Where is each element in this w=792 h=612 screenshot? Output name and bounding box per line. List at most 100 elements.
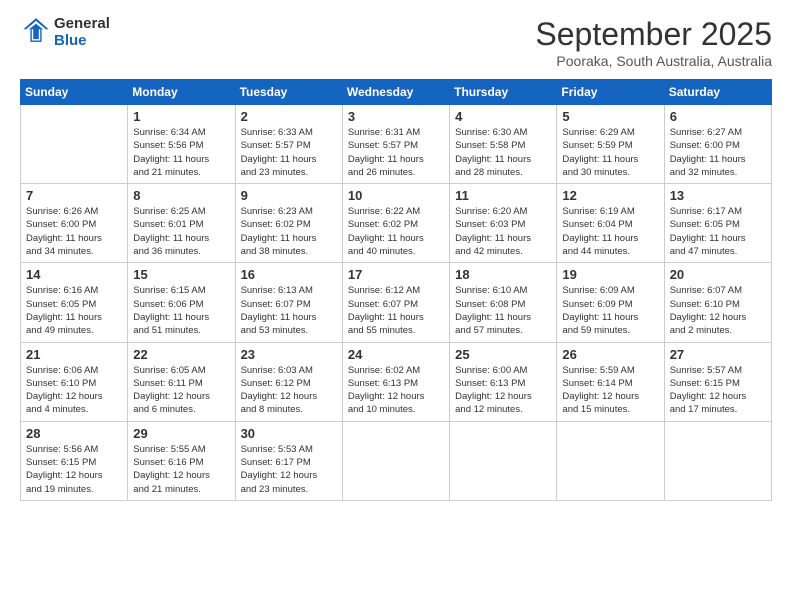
column-header-friday: Friday bbox=[557, 80, 664, 105]
cell-info: Sunrise: 6:17 AMSunset: 6:05 PMDaylight:… bbox=[670, 205, 766, 258]
calendar-cell bbox=[664, 421, 771, 500]
day-number: 7 bbox=[26, 188, 122, 203]
cell-info: Sunrise: 6:05 AMSunset: 6:11 PMDaylight:… bbox=[133, 364, 229, 417]
location: Pooraka, South Australia, Australia bbox=[535, 53, 772, 69]
calendar-table: SundayMondayTuesdayWednesdayThursdayFrid… bbox=[20, 79, 772, 501]
title-block: September 2025 Pooraka, South Australia,… bbox=[535, 16, 772, 69]
day-number: 14 bbox=[26, 267, 122, 282]
calendar-cell: 19Sunrise: 6:09 AMSunset: 6:09 PMDayligh… bbox=[557, 263, 664, 342]
cell-info: Sunrise: 6:31 AMSunset: 5:57 PMDaylight:… bbox=[348, 126, 444, 179]
calendar-cell: 7 Sunrise: 6:26 AMSunset: 6:00 PMDaylight… bbox=[21, 184, 128, 263]
day-number: 3 bbox=[348, 109, 444, 124]
cell-info: Sunrise: 6:13 AMSunset: 6:07 PMDaylight:… bbox=[241, 284, 337, 337]
calendar-cell: 6 Sunrise: 6:27 AMSunset: 6:00 PMDaylight… bbox=[664, 105, 771, 184]
cell-info: Sunrise: 5:59 AMSunset: 6:14 PMDaylight:… bbox=[562, 364, 658, 417]
calendar-cell: 16 Sunrise: 6:13 AMSunset: 6:07 PMDayligh… bbox=[235, 263, 342, 342]
calendar-cell: 4 Sunrise: 6:30 AMSunset: 5:58 PMDaylight… bbox=[450, 105, 557, 184]
calendar-week-2: 7 Sunrise: 6:26 AMSunset: 6:00 PMDaylight… bbox=[21, 184, 772, 263]
calendar-week-5: 28Sunrise: 5:56 AMSunset: 6:15 PMDayligh… bbox=[21, 421, 772, 500]
cell-info: Sunrise: 6:16 AMSunset: 6:05 PMDaylight:… bbox=[26, 284, 122, 337]
day-number: 13 bbox=[670, 188, 766, 203]
day-number: 19 bbox=[562, 267, 658, 282]
cell-info: Sunrise: 6:19 AMSunset: 6:04 PMDaylight:… bbox=[562, 205, 658, 258]
column-header-sunday: Sunday bbox=[21, 80, 128, 105]
calendar-cell: 20 Sunrise: 6:07 AMSunset: 6:10 PMDayligh… bbox=[664, 263, 771, 342]
logo: General Blue bbox=[20, 16, 110, 49]
calendar-cell bbox=[557, 421, 664, 500]
calendar-cell: 23Sunrise: 6:03 AMSunset: 6:12 PMDayligh… bbox=[235, 342, 342, 421]
cell-info: Sunrise: 6:29 AMSunset: 5:59 PMDaylight:… bbox=[562, 126, 658, 179]
logo-text-blue: Blue bbox=[54, 33, 110, 50]
column-header-monday: Monday bbox=[128, 80, 235, 105]
calendar-cell bbox=[342, 421, 449, 500]
cell-info: Sunrise: 6:30 AMSunset: 5:58 PMDaylight:… bbox=[455, 126, 551, 179]
column-header-tuesday: Tuesday bbox=[235, 80, 342, 105]
calendar-cell: 13 Sunrise: 6:17 AMSunset: 6:05 PMDayligh… bbox=[664, 184, 771, 263]
calendar-cell: 30Sunrise: 5:53 AMSunset: 6:17 PMDayligh… bbox=[235, 421, 342, 500]
cell-info: Sunrise: 6:12 AMSunset: 6:07 PMDaylight:… bbox=[348, 284, 444, 337]
month-title: September 2025 bbox=[535, 16, 772, 53]
day-number: 26 bbox=[562, 347, 658, 362]
calendar-week-1: 1 Sunrise: 6:34 AMSunset: 5:56 PMDaylight… bbox=[21, 105, 772, 184]
cell-info: Sunrise: 6:03 AMSunset: 6:12 PMDaylight:… bbox=[241, 364, 337, 417]
calendar-cell: 24Sunrise: 6:02 AMSunset: 6:13 PMDayligh… bbox=[342, 342, 449, 421]
calendar-cell: 15 Sunrise: 6:15 AMSunset: 6:06 PMDayligh… bbox=[128, 263, 235, 342]
calendar-cell: 12 Sunrise: 6:19 AMSunset: 6:04 PMDayligh… bbox=[557, 184, 664, 263]
day-number: 1 bbox=[133, 109, 229, 124]
calendar-cell: 9 Sunrise: 6:23 AMSunset: 6:02 PMDaylight… bbox=[235, 184, 342, 263]
cell-info: Sunrise: 6:34 AMSunset: 5:56 PMDaylight:… bbox=[133, 126, 229, 179]
calendar-cell: 8Sunrise: 6:25 AMSunset: 6:01 PMDaylight… bbox=[128, 184, 235, 263]
day-number: 17 bbox=[348, 267, 444, 282]
day-number: 21 bbox=[26, 347, 122, 362]
day-number: 5 bbox=[562, 109, 658, 124]
day-number: 28 bbox=[26, 426, 122, 441]
calendar-cell: 2 Sunrise: 6:33 AMSunset: 5:57 PMDaylight… bbox=[235, 105, 342, 184]
day-number: 18 bbox=[455, 267, 551, 282]
day-number: 11 bbox=[455, 188, 551, 203]
day-number: 2 bbox=[241, 109, 337, 124]
calendar-cell bbox=[21, 105, 128, 184]
day-number: 9 bbox=[241, 188, 337, 203]
day-number: 20 bbox=[670, 267, 766, 282]
calendar-cell: 11Sunrise: 6:20 AMSunset: 6:03 PMDayligh… bbox=[450, 184, 557, 263]
day-number: 25 bbox=[455, 347, 551, 362]
calendar-cell: 17 Sunrise: 6:12 AMSunset: 6:07 PMDayligh… bbox=[342, 263, 449, 342]
cell-info: Sunrise: 6:26 AMSunset: 6:00 PMDaylight:… bbox=[26, 205, 122, 258]
day-number: 15 bbox=[133, 267, 229, 282]
cell-info: Sunrise: 6:23 AMSunset: 6:02 PMDaylight:… bbox=[241, 205, 337, 258]
day-number: 6 bbox=[670, 109, 766, 124]
calendar-cell: 29Sunrise: 5:55 AMSunset: 6:16 PMDayligh… bbox=[128, 421, 235, 500]
cell-info: Sunrise: 6:07 AMSunset: 6:10 PMDaylight:… bbox=[670, 284, 766, 337]
cell-info: Sunrise: 6:15 AMSunset: 6:06 PMDaylight:… bbox=[133, 284, 229, 337]
cell-info: Sunrise: 6:27 AMSunset: 6:00 PMDaylight:… bbox=[670, 126, 766, 179]
logo-icon bbox=[22, 16, 50, 44]
column-header-thursday: Thursday bbox=[450, 80, 557, 105]
calendar-cell: 25 Sunrise: 6:00 AMSunset: 6:13 PMDayligh… bbox=[450, 342, 557, 421]
cell-info: Sunrise: 6:10 AMSunset: 6:08 PMDaylight:… bbox=[455, 284, 551, 337]
day-number: 16 bbox=[241, 267, 337, 282]
day-number: 12 bbox=[562, 188, 658, 203]
calendar-cell bbox=[450, 421, 557, 500]
calendar-week-3: 14 Sunrise: 6:16 AMSunset: 6:05 PMDayligh… bbox=[21, 263, 772, 342]
page-header: General Blue September 2025 Pooraka, Sou… bbox=[20, 16, 772, 69]
calendar-week-4: 21 Sunrise: 6:06 AMSunset: 6:10 PMDayligh… bbox=[21, 342, 772, 421]
cell-info: Sunrise: 5:53 AMSunset: 6:17 PMDaylight:… bbox=[241, 443, 337, 496]
calendar-cell: 26 Sunrise: 5:59 AMSunset: 6:14 PMDayligh… bbox=[557, 342, 664, 421]
day-number: 4 bbox=[455, 109, 551, 124]
column-header-wednesday: Wednesday bbox=[342, 80, 449, 105]
cell-info: Sunrise: 6:06 AMSunset: 6:10 PMDaylight:… bbox=[26, 364, 122, 417]
day-number: 8 bbox=[133, 188, 229, 203]
calendar-cell: 28Sunrise: 5:56 AMSunset: 6:15 PMDayligh… bbox=[21, 421, 128, 500]
calendar-cell: 5 Sunrise: 6:29 AMSunset: 5:59 PMDaylight… bbox=[557, 105, 664, 184]
calendar-cell: 18 Sunrise: 6:10 AMSunset: 6:08 PMDayligh… bbox=[450, 263, 557, 342]
calendar-cell: 1 Sunrise: 6:34 AMSunset: 5:56 PMDaylight… bbox=[128, 105, 235, 184]
cell-info: Sunrise: 6:02 AMSunset: 6:13 PMDaylight:… bbox=[348, 364, 444, 417]
cell-info: Sunrise: 6:33 AMSunset: 5:57 PMDaylight:… bbox=[241, 126, 337, 179]
day-number: 10 bbox=[348, 188, 444, 203]
calendar-cell: 27Sunrise: 5:57 AMSunset: 6:15 PMDayligh… bbox=[664, 342, 771, 421]
calendar-cell: 3 Sunrise: 6:31 AMSunset: 5:57 PMDaylight… bbox=[342, 105, 449, 184]
cell-info: Sunrise: 6:00 AMSunset: 6:13 PMDaylight:… bbox=[455, 364, 551, 417]
column-header-saturday: Saturday bbox=[664, 80, 771, 105]
cell-info: Sunrise: 5:57 AMSunset: 6:15 PMDaylight:… bbox=[670, 364, 766, 417]
calendar-cell: 14 Sunrise: 6:16 AMSunset: 6:05 PMDayligh… bbox=[21, 263, 128, 342]
